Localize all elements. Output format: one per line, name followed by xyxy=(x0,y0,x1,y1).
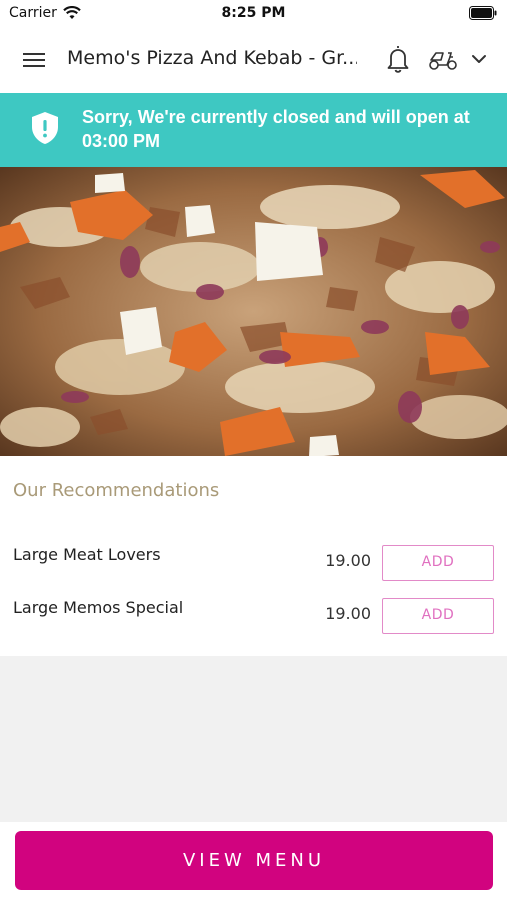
item-name: Large Memos Special xyxy=(13,598,184,617)
list-item: Large Memos Special 19.00 ADD xyxy=(0,598,507,638)
shield-alert-icon xyxy=(32,112,58,144)
view-menu-button[interactable]: VIEW MENU xyxy=(15,831,493,890)
bell-icon[interactable] xyxy=(386,44,410,74)
list-item: Large Meat Lovers 19.00 ADD xyxy=(0,545,507,585)
recommendations-section: Our Recommendations Large Meat Lovers 19… xyxy=(0,456,507,656)
app-header: Memo's Pizza And Kebab - Gr... xyxy=(0,28,507,92)
hero-image xyxy=(0,167,507,456)
recommendations-heading: Our Recommendations xyxy=(13,480,220,501)
add-button[interactable]: ADD xyxy=(382,545,494,581)
add-button[interactable]: ADD xyxy=(382,598,494,634)
pizza-photo xyxy=(0,167,507,456)
empty-area xyxy=(0,656,507,822)
battery-icon xyxy=(469,6,497,20)
item-price: 19.00 xyxy=(325,551,371,570)
chevron-down-icon[interactable] xyxy=(470,50,488,68)
scooter-icon[interactable] xyxy=(428,47,458,71)
menu-icon[interactable] xyxy=(22,50,46,70)
restaurant-title: Memo's Pizza And Kebab - Gr... xyxy=(67,47,357,69)
closed-banner: Sorry, We're currently closed and will o… xyxy=(0,93,507,167)
clock: 8:25 PM xyxy=(221,5,286,21)
status-bar: Carrier 8:25 PM xyxy=(0,0,507,28)
footer: VIEW MENU xyxy=(0,822,507,900)
item-name: Large Meat Lovers xyxy=(13,545,161,564)
closed-message: Sorry, We're currently closed and will o… xyxy=(82,107,470,151)
item-price: 19.00 xyxy=(325,604,371,623)
